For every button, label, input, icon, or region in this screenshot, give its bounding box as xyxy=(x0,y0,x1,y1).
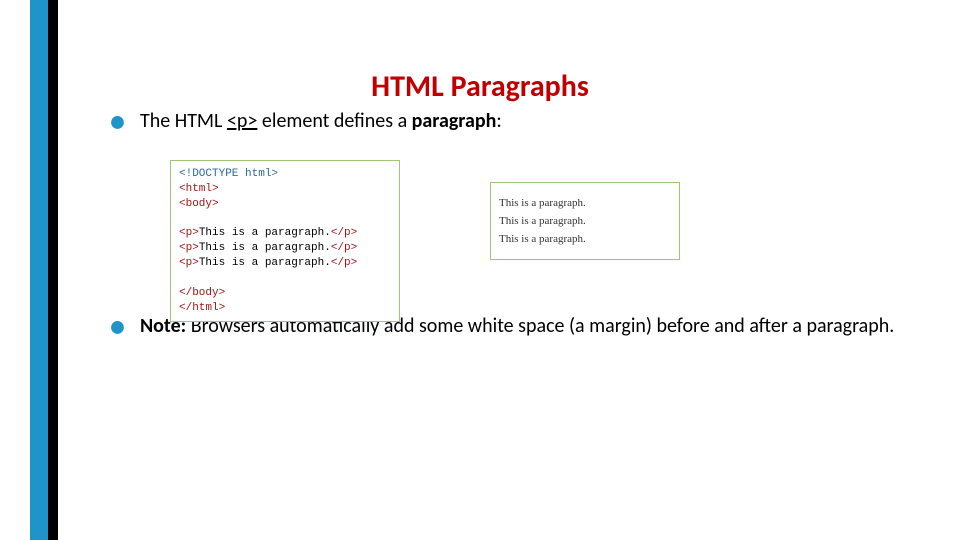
code-p-text: This is a paragraph. xyxy=(199,242,331,254)
code-p-close: </p> xyxy=(331,257,357,269)
code-p-text: This is a paragraph. xyxy=(199,227,331,239)
code-doctype: <!DOCTYPE html> xyxy=(179,168,278,180)
code-line: <!DOCTYPE html> xyxy=(179,167,391,182)
bullet-1-term: paragraph xyxy=(412,109,497,133)
code-p-close: </p> xyxy=(331,227,357,239)
code-line: <html> xyxy=(179,182,391,197)
code-line: </html> xyxy=(179,301,391,316)
output-line: This is a paragraph. xyxy=(499,197,671,209)
output-line: This is a paragraph. xyxy=(499,215,671,227)
code-p-open: <p> xyxy=(179,227,199,239)
figures: <!DOCTYPE html> <html> <body> <p>This is… xyxy=(170,160,870,320)
output-box: This is a paragraph. This is a paragraph… xyxy=(490,182,680,260)
code-line: <p>This is a paragraph.</p> xyxy=(179,226,391,241)
code-line: <p>This is a paragraph.</p> xyxy=(179,241,391,256)
bullet-1-colon: : xyxy=(496,109,501,133)
code-line: <p>This is a paragraph.</p> xyxy=(179,256,391,271)
bullet-1-text-post: element defines a xyxy=(257,109,411,133)
code-html-close: </html> xyxy=(179,302,225,314)
bullet-1-code: <p> xyxy=(227,109,257,133)
code-html-open: <html> xyxy=(179,183,219,195)
code-blank xyxy=(179,212,391,227)
code-blank xyxy=(179,271,391,286)
slide: HTML Paragraphs The HTML <p> element def… xyxy=(0,0,960,540)
slide-title: HTML Paragraphs xyxy=(0,68,960,105)
code-p-open: <p> xyxy=(179,257,199,269)
code-box: <!DOCTYPE html> <html> <body> <p>This is… xyxy=(170,160,400,322)
bullet-1-text-pre: The HTML xyxy=(140,109,227,133)
code-p-text: This is a paragraph. xyxy=(199,257,331,269)
code-p-close: </p> xyxy=(331,242,357,254)
code-p-open: <p> xyxy=(179,242,199,254)
output-line: This is a paragraph. xyxy=(499,233,671,245)
code-line: </body> xyxy=(179,286,391,301)
code-body-open: <body> xyxy=(179,198,219,210)
code-body-close: </body> xyxy=(179,287,225,299)
code-line: <body> xyxy=(179,197,391,212)
